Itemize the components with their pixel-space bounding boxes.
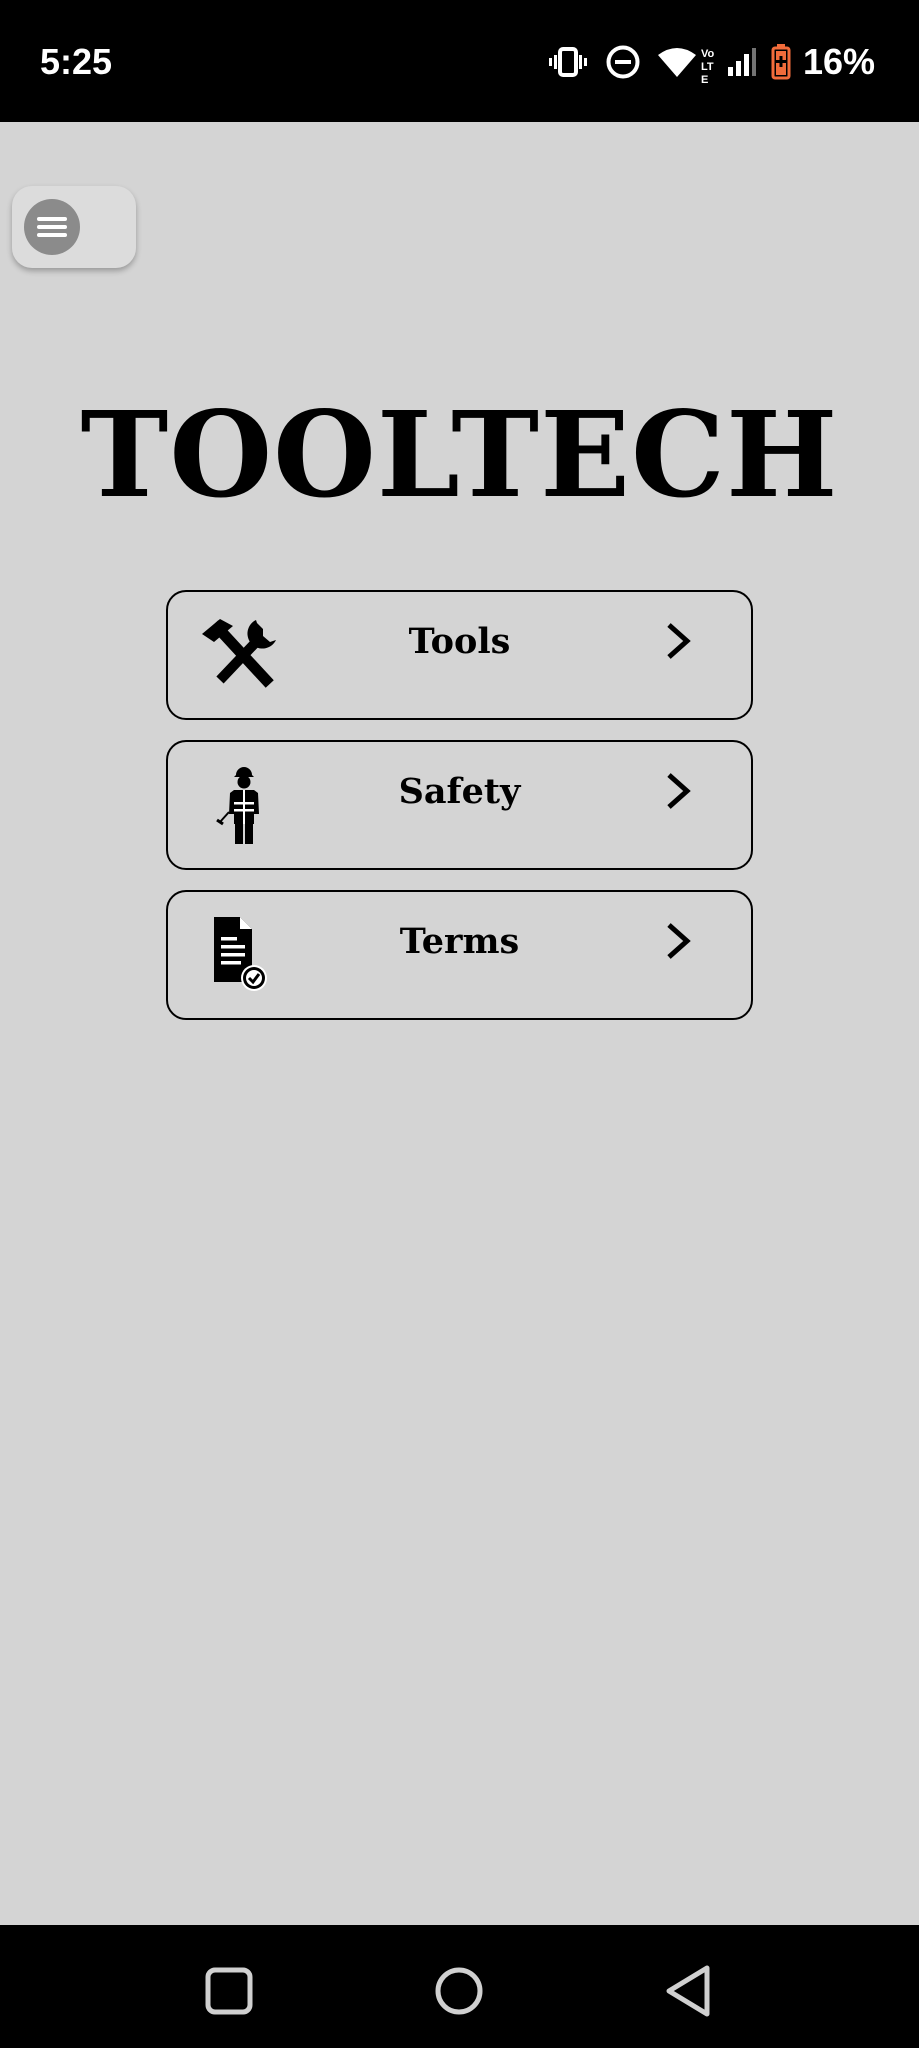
vibrate-icon: [548, 47, 587, 77]
do-not-disturb-icon: [606, 45, 640, 79]
recents-button[interactable]: [199, 1961, 259, 2021]
chevron-right-icon: [667, 773, 691, 809]
signal-icon: [727, 48, 756, 76]
safety-button[interactable]: Safety: [166, 740, 753, 870]
tools-button[interactable]: Tools: [166, 590, 753, 720]
status-time: 5:25: [40, 41, 113, 82]
status-bar: 5:25 Vo LTE 16%: [0, 0, 919, 122]
battery-low-icon: [771, 44, 791, 80]
navigation-bar: [0, 1925, 919, 2048]
back-button[interactable]: [659, 1961, 719, 2021]
volte-icon: Vo LTE: [700, 48, 715, 86]
app-title: TOOLTECH: [80, 385, 839, 524]
battery-percent: 16%: [802, 41, 875, 82]
chevron-right-icon: [667, 923, 691, 959]
wifi-icon: [657, 48, 696, 77]
hamburger-line: [37, 225, 67, 229]
hamburger-line: [37, 217, 67, 221]
home-button[interactable]: [429, 1961, 489, 2021]
chevron-right-icon: [667, 623, 691, 659]
status-icons: Vo LTE 16%: [548, 38, 875, 86]
hamburger-line: [37, 233, 67, 237]
terms-button[interactable]: Terms: [166, 890, 753, 1020]
menu-card: [12, 186, 136, 268]
hamburger-menu-button[interactable]: [24, 199, 80, 255]
